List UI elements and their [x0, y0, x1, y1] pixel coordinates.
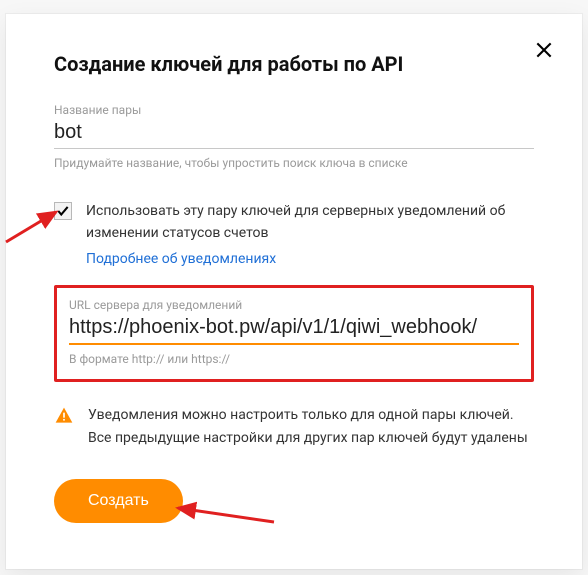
url-section-highlight: URL сервера для уведомлений В формате ht… — [54, 285, 534, 383]
url-input[interactable] — [69, 314, 519, 345]
pair-name-hint: Придумайте название, чтобы упростить пои… — [54, 155, 534, 172]
server-notifications-checkbox[interactable] — [54, 202, 72, 220]
checkmark-icon — [56, 204, 70, 218]
close-icon — [534, 40, 554, 60]
annotation-arrow-button — [168, 498, 278, 528]
url-hint: В формате http:// или https:// — [69, 351, 519, 368]
pair-name-label: Название пары — [54, 103, 534, 117]
url-label: URL сервера для уведомлений — [69, 298, 519, 312]
server-notifications-label: Использовать эту пару ключей для серверн… — [86, 200, 534, 245]
warning-icon — [54, 406, 74, 430]
pair-name-field: Название пары Придумайте название, чтобы… — [54, 103, 534, 172]
warning-text: Уведомления можно настроить только для о… — [88, 404, 534, 449]
create-api-keys-modal: Создание ключей для работы по API Назван… — [6, 14, 582, 569]
pair-name-input[interactable] — [54, 119, 534, 149]
modal-title: Создание ключей для работы по API — [54, 52, 534, 77]
create-button[interactable]: Создать — [54, 479, 183, 523]
checkbox-content: Использовать эту пару ключей для серверн… — [86, 200, 534, 267]
notifications-more-link[interactable]: Подробнее об уведомлениях — [86, 251, 276, 267]
warning-row: Уведомления можно настроить только для о… — [54, 404, 534, 449]
close-button[interactable] — [530, 36, 558, 64]
server-notifications-row: Использовать эту пару ключей для серверн… — [54, 200, 534, 267]
